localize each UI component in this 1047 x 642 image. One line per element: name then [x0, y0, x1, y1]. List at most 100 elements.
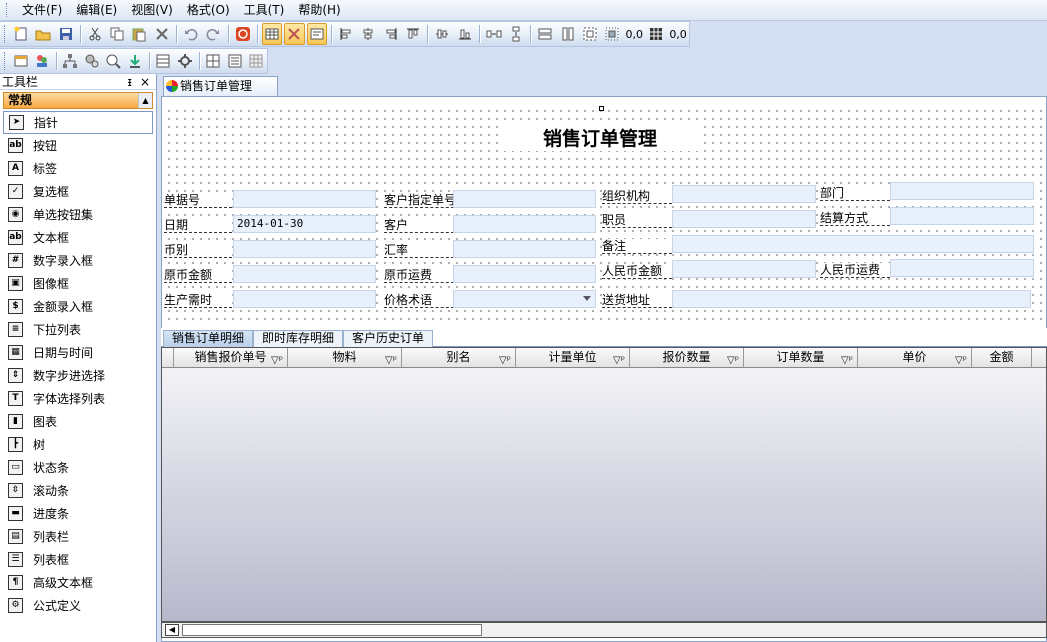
- label-settle[interactable]: 结算方式: [820, 211, 890, 226]
- grid-row-selector[interactable]: [162, 348, 174, 368]
- redo-icon[interactable]: [203, 23, 223, 45]
- label-orig-amount[interactable]: 原币金额: [164, 268, 232, 283]
- rmb-freight-field[interactable]: [890, 259, 1034, 277]
- toolbox-item[interactable]: $ 金额录入框: [3, 295, 153, 318]
- align-top-icon[interactable]: [403, 23, 423, 45]
- rmb-amount-field[interactable]: [672, 260, 816, 278]
- label-staff[interactable]: 职员: [602, 213, 672, 228]
- grid-column-header[interactable]: 物料 ▽ᵖ: [288, 348, 402, 368]
- currency-field[interactable]: [233, 240, 376, 258]
- scroll-left-icon[interactable]: ◀: [165, 624, 179, 636]
- label-rate[interactable]: 汇率: [384, 243, 454, 258]
- filter-icon[interactable]: ▽ᵖ: [385, 351, 397, 370]
- grid-column-header[interactable]: 别名 ▽ᵖ: [402, 348, 516, 368]
- form-icon[interactable]: [11, 50, 31, 72]
- collapse-up-icon[interactable]: ▲: [138, 93, 152, 108]
- close-icon[interactable]: ×: [140, 74, 150, 89]
- grid-column-header[interactable]: 报价数量 ▽ᵖ: [630, 348, 744, 368]
- label-price-term[interactable]: 价格术语: [384, 293, 454, 308]
- toolbox-item[interactable]: ☰ 列表框: [3, 548, 153, 571]
- users-icon[interactable]: [32, 50, 52, 72]
- ship-addr-field[interactable]: [672, 290, 1031, 308]
- same-size-icon[interactable]: [580, 23, 600, 45]
- toolbox-item[interactable]: ➤ 指针: [3, 111, 153, 134]
- cust-order-no-field[interactable]: [453, 190, 596, 208]
- filter-icon[interactable]: ▽ᵖ: [499, 351, 511, 370]
- menu-file[interactable]: 文件(F): [15, 0, 69, 20]
- hierarchy-icon[interactable]: [61, 50, 81, 72]
- chevron-down-icon[interactable]: [583, 296, 591, 301]
- filter-icon[interactable]: ▽ᵖ: [955, 351, 967, 370]
- new-file-icon[interactable]: [11, 23, 31, 45]
- staff-field[interactable]: [672, 210, 816, 228]
- grid-column-header[interactable]: 销售报价单号 ▽ᵖ: [174, 348, 288, 368]
- toolbox-item[interactable]: ▣ 图像框: [3, 272, 153, 295]
- same-height-icon[interactable]: [558, 23, 578, 45]
- settings-icon[interactable]: [175, 50, 195, 72]
- paste-icon[interactable]: [129, 23, 149, 45]
- date-field[interactable]: 2014-01-30: [233, 215, 376, 233]
- menu-help[interactable]: 帮助(H): [291, 0, 347, 20]
- label-rmb-freight[interactable]: 人民币运费: [820, 263, 890, 278]
- settle-field[interactable]: [890, 207, 1034, 225]
- copy-icon[interactable]: [107, 23, 127, 45]
- orig-freight-field[interactable]: [453, 265, 596, 283]
- design-tools-icon[interactable]: [284, 23, 305, 45]
- tab-order-detail[interactable]: 销售订单明细: [163, 330, 254, 347]
- align-middle-icon[interactable]: [432, 23, 452, 45]
- form-title[interactable]: 销售订单管理: [500, 124, 700, 151]
- filter-icon[interactable]: ▽ᵖ: [613, 351, 625, 370]
- list-view-icon[interactable]: [225, 50, 245, 72]
- toolbox-item[interactable]: ab 文本框: [3, 226, 153, 249]
- label-date[interactable]: 日期: [164, 218, 232, 233]
- customer-field[interactable]: [453, 215, 596, 233]
- toolbox-item[interactable]: ¶ 高级文本框: [3, 571, 153, 594]
- tab-customer-history[interactable]: 客户历史订单: [343, 330, 434, 347]
- bill-no-field[interactable]: [233, 190, 376, 208]
- tab-stock-detail[interactable]: 即时库存明细: [253, 330, 344, 347]
- label-bill-no[interactable]: 单据号: [164, 193, 232, 208]
- filter-icon[interactable]: ▽ᵖ: [271, 351, 283, 370]
- space-horizontal-icon[interactable]: [484, 23, 504, 45]
- remark-field[interactable]: [672, 235, 1034, 253]
- grid-table-icon[interactable]: [246, 50, 266, 72]
- toolbox-item[interactable]: ▬ 进度条: [3, 502, 153, 525]
- label-prod-time[interactable]: 生产需时: [164, 293, 232, 308]
- label-rmb-amount[interactable]: 人民币金额: [602, 264, 672, 279]
- undo-icon[interactable]: [181, 23, 201, 45]
- filter-icon[interactable]: ▽ᵖ: [727, 351, 739, 370]
- tab-sales-order[interactable]: 销售订单管理: [163, 76, 278, 96]
- toolbox-item[interactable]: A 标签: [3, 157, 153, 180]
- label-org[interactable]: 组织机构: [602, 189, 672, 204]
- components-icon[interactable]: [82, 50, 102, 72]
- label-customer[interactable]: 客户: [384, 218, 454, 233]
- save-icon[interactable]: [55, 23, 75, 45]
- toolbox-item[interactable]: # 数字录入框: [3, 249, 153, 272]
- toolbox-item[interactable]: ◉ 单选按钮集: [3, 203, 153, 226]
- label-ship-addr[interactable]: 送货地址: [602, 293, 672, 308]
- preview-icon[interactable]: [104, 50, 124, 72]
- label-dept[interactable]: 部门: [820, 186, 890, 201]
- label-cust-order-no[interactable]: 客户指定单号: [384, 193, 454, 208]
- orig-amount-field[interactable]: [233, 265, 376, 283]
- window-icon[interactable]: [203, 50, 223, 72]
- open-folder-icon[interactable]: [33, 23, 53, 45]
- toolbox-item[interactable]: ab 按钮: [3, 134, 153, 157]
- toolbox-item[interactable]: ⚙ 公式定义: [3, 594, 153, 617]
- toolbox-item[interactable]: ⇕ 数字步进选择: [3, 364, 153, 387]
- rate-field[interactable]: [453, 240, 596, 258]
- toolbox-item[interactable]: ▤ 列表栏: [3, 525, 153, 548]
- cut-icon[interactable]: [85, 23, 105, 45]
- delete-icon[interactable]: [152, 23, 172, 45]
- pin-icon[interactable]: ᵻ: [127, 74, 131, 89]
- grid-column-header[interactable]: 订单数量 ▽ᵖ: [744, 348, 858, 368]
- grid-column-header[interactable]: 计量单位 ▽ᵖ: [516, 348, 630, 368]
- grid-column-header[interactable]: 金额: [972, 348, 1032, 368]
- align-right-icon[interactable]: [381, 23, 401, 45]
- menu-view[interactable]: 视图(V): [124, 0, 180, 20]
- dept-field[interactable]: [890, 182, 1034, 200]
- horizontal-scrollbar[interactable]: ◀: [161, 622, 1047, 638]
- toolbox-item[interactable]: ▮ 图表: [3, 410, 153, 433]
- menu-edit[interactable]: 编辑(E): [69, 0, 124, 20]
- properties-icon[interactable]: [306, 23, 328, 45]
